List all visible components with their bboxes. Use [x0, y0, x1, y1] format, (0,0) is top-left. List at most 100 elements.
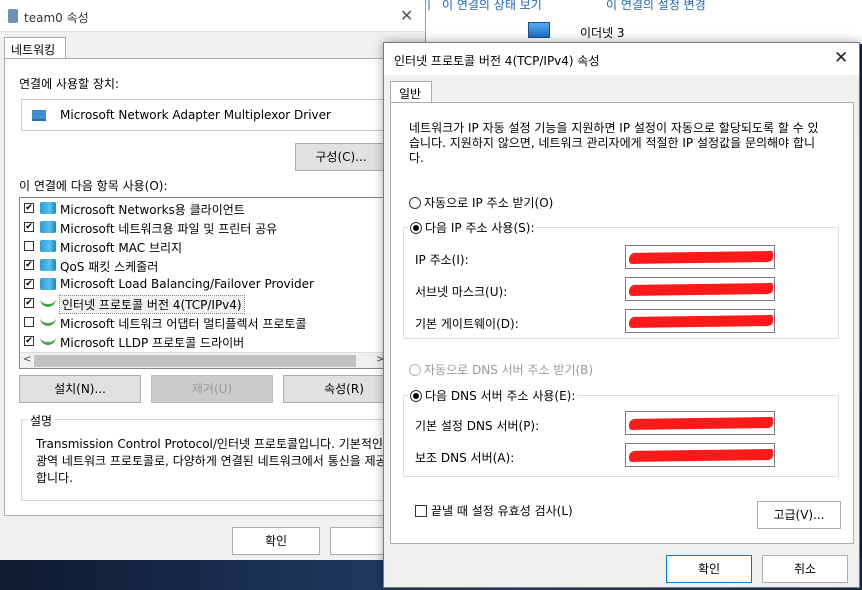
- adapter-name: Microsoft Network Adapter Multiplexor Dr…: [60, 108, 331, 122]
- view-status-link[interactable]: 이 연결의 상태 보기: [442, 0, 542, 13]
- list-item[interactable]: Microsoft 네트워크 어댑터 멀티플렉서 프로토콜: [24, 313, 388, 332]
- radio-label: 다음 DNS 서버 주소 사용(E):: [425, 389, 576, 403]
- intro-text: 네트워크가 IP 자동 설정 기능을 지원하면 IP 설정이 자동으로 할당되도…: [409, 121, 819, 165]
- preferred-dns-label: 기본 설정 DNS 서버(P):: [415, 419, 540, 433]
- subnet-mask-label: 서브넷 마스크(U):: [415, 285, 508, 299]
- close-icon[interactable]: ✕: [834, 48, 848, 68]
- advanced-button[interactable]: 고급(V)...: [757, 501, 841, 529]
- protocol-icon: [40, 335, 56, 345]
- connect-using-label: 연결에 사용할 장치:: [19, 77, 119, 91]
- item-checkbox[interactable]: ✔: [24, 336, 34, 346]
- list-item[interactable]: ✔ Microsoft LLDP 프로토콜 드라이버: [24, 332, 388, 351]
- radio-label: 자동으로 DNS 서버 주소 받기(B): [424, 363, 594, 377]
- adapter-box: Microsoft Network Adapter Multiplexor Dr…: [21, 99, 393, 131]
- dialog-title: team0 속성: [24, 11, 89, 25]
- protocol-icon: [40, 297, 56, 307]
- dialog-title: 인터넷 프로토콜 버전 4(TCP/IPv4) 속성: [394, 54, 600, 68]
- general-pane: 네트워크가 IP 자동 설정 기능을 지원하면 IP 설정이 자동으로 할당되도…: [390, 102, 854, 544]
- ipv4-properties-dialog: 인터넷 프로토콜 버전 4(TCP/IPv4) 속성 ✕ 일반 네트워크가 IP…: [383, 42, 860, 588]
- manual-ip-radio[interactable]: 다음 IP 주소 사용(S):: [408, 219, 537, 236]
- description-group: Transmission Control Protocol/인터넷 프로토콜입니…: [21, 419, 401, 501]
- item-checkbox[interactable]: ✔: [24, 279, 34, 289]
- default-gateway-field[interactable]: [625, 309, 775, 333]
- ip-address-field[interactable]: [625, 245, 775, 269]
- item-label: Microsoft Load Balancing/Failover Provid…: [60, 277, 314, 291]
- scroll-left-arrow[interactable]: <: [23, 354, 31, 365]
- radio-circle[interactable]: [410, 222, 422, 234]
- redaction-mark: [628, 314, 774, 329]
- preferred-dns-field[interactable]: [625, 411, 775, 435]
- alternate-dns-label: 보조 DNS 서버(A):: [415, 451, 515, 465]
- redaction-mark: [628, 250, 774, 265]
- protocol-icon: [40, 316, 56, 326]
- items-label: 이 연결에 다음 항목 사용(O):: [19, 179, 168, 193]
- network-adapter-name[interactable]: 이더넷 3: [580, 24, 625, 41]
- horizontal-scrollbar[interactable]: < >: [20, 352, 390, 368]
- item-label: QoS 패킷 스케줄러: [60, 260, 159, 274]
- alternate-dns-field[interactable]: [625, 443, 775, 467]
- subnet-mask-field[interactable]: [625, 277, 775, 301]
- ok-button[interactable]: 확인: [666, 555, 752, 583]
- configure-button[interactable]: 구성(C)...: [295, 143, 387, 171]
- ip-address-label: IP 주소(I):: [415, 253, 469, 267]
- tab-networking[interactable]: 네트워킹: [4, 37, 66, 59]
- radio-label: 다음 IP 주소 사용(S):: [425, 221, 535, 235]
- network-service-icon: [40, 240, 56, 252]
- list-item[interactable]: ✔ QoS 패킷 스케줄러: [24, 256, 388, 275]
- manual-dns-radio[interactable]: 다음 DNS 서버 주소 사용(E):: [408, 387, 578, 404]
- description-legend: 설명: [27, 412, 56, 429]
- checkbox-label: 끝낼 때 설정 유효성 검사(L): [431, 504, 573, 518]
- network-connection-icon: [8, 9, 18, 23]
- ok-button[interactable]: 확인: [232, 527, 320, 555]
- redaction-mark: [628, 416, 774, 431]
- network-adapter-icon: [32, 110, 46, 121]
- item-checkbox[interactable]: [24, 317, 34, 327]
- redaction-mark: [628, 282, 774, 297]
- item-label: Microsoft Networks용 클라이언트: [60, 203, 245, 217]
- item-label: Microsoft 네트워크용 파일 및 프린터 공유: [60, 222, 278, 236]
- radio-circle[interactable]: [409, 197, 421, 209]
- tab-general[interactable]: 일반: [390, 81, 432, 103]
- item-checkbox[interactable]: ✔: [24, 260, 34, 270]
- list-item-selected[interactable]: ✔ 인터넷 프로토콜 버전 4(TCP/IPv4): [24, 294, 388, 314]
- network-client-icon: [40, 202, 56, 214]
- item-label: 인터넷 프로토콜 버전 4(TCP/IPv4): [59, 295, 245, 314]
- radio-circle[interactable]: [410, 390, 422, 402]
- item-checkbox[interactable]: ✔: [24, 203, 34, 213]
- network-service-icon: [40, 278, 56, 290]
- networking-pane: 연결에 사용할 장치: Microsoft Network Adapter Mu…: [4, 58, 424, 516]
- description-text: Transmission Control Protocol/인터넷 프로토콜입니…: [36, 437, 387, 485]
- item-checkbox[interactable]: ✔: [24, 222, 34, 232]
- item-label: Microsoft LLDP 프로토콜 드라이버: [60, 336, 245, 350]
- list-item[interactable]: ✔ Microsoft Networks용 클라이언트: [24, 199, 388, 218]
- radio-label: 자동으로 IP 주소 받기(O): [424, 196, 554, 210]
- component-list[interactable]: ✔ Microsoft Networks용 클라이언트 ✔ Microsoft …: [19, 197, 391, 369]
- explorer-background: 기 이 연결의 상태 보기 이 연결의 설정 변경 이더넷 3: [410, 0, 862, 44]
- team0-properties-dialog: team0 속성 ✕ 네트워킹 연결에 사용할 장치: Microsoft Ne…: [0, 0, 426, 560]
- close-icon[interactable]: ✕: [400, 6, 413, 25]
- uninstall-button[interactable]: 제거(U): [151, 375, 273, 403]
- list-item[interactable]: Microsoft MAC 브리지: [24, 237, 388, 256]
- list-item[interactable]: ✔ Microsoft 네트워크용 파일 및 프린터 공유: [24, 218, 388, 237]
- cancel-button[interactable]: 취소: [762, 555, 848, 583]
- radio-circle[interactable]: [409, 364, 421, 376]
- list-item[interactable]: ✔ Microsoft Load Balancing/Failover Prov…: [24, 275, 388, 294]
- title-bar: 인터넷 프로토콜 버전 4(TCP/IPv4) 속성 ✕: [384, 43, 859, 75]
- redaction-mark: [628, 448, 774, 463]
- item-label: Microsoft 네트워크 어댑터 멀티플렉서 프로토콜: [60, 317, 307, 331]
- item-checkbox[interactable]: ✔: [24, 298, 34, 308]
- auto-ip-radio[interactable]: 자동으로 IP 주소 받기(O): [409, 194, 553, 211]
- scroll-thumb[interactable]: [34, 355, 356, 367]
- item-checkbox[interactable]: [24, 241, 34, 251]
- network-adapter-icon[interactable]: [528, 22, 550, 38]
- validate-on-exit-checkbox[interactable]: 끝낼 때 설정 유효성 검사(L): [415, 502, 573, 519]
- network-service-icon: [40, 259, 56, 271]
- checkbox-box[interactable]: [415, 505, 427, 517]
- item-label: Microsoft MAC 브리지: [60, 241, 183, 255]
- title-bar: team0 속성 ✕: [0, 0, 425, 32]
- install-button[interactable]: 설치(N)...: [19, 375, 141, 403]
- change-settings-link[interactable]: 이 연결의 설정 변경: [606, 0, 706, 13]
- network-service-icon: [40, 221, 56, 233]
- auto-dns-radio[interactable]: 자동으로 DNS 서버 주소 받기(B): [409, 361, 593, 378]
- default-gateway-label: 기본 게이트웨이(D):: [415, 317, 519, 331]
